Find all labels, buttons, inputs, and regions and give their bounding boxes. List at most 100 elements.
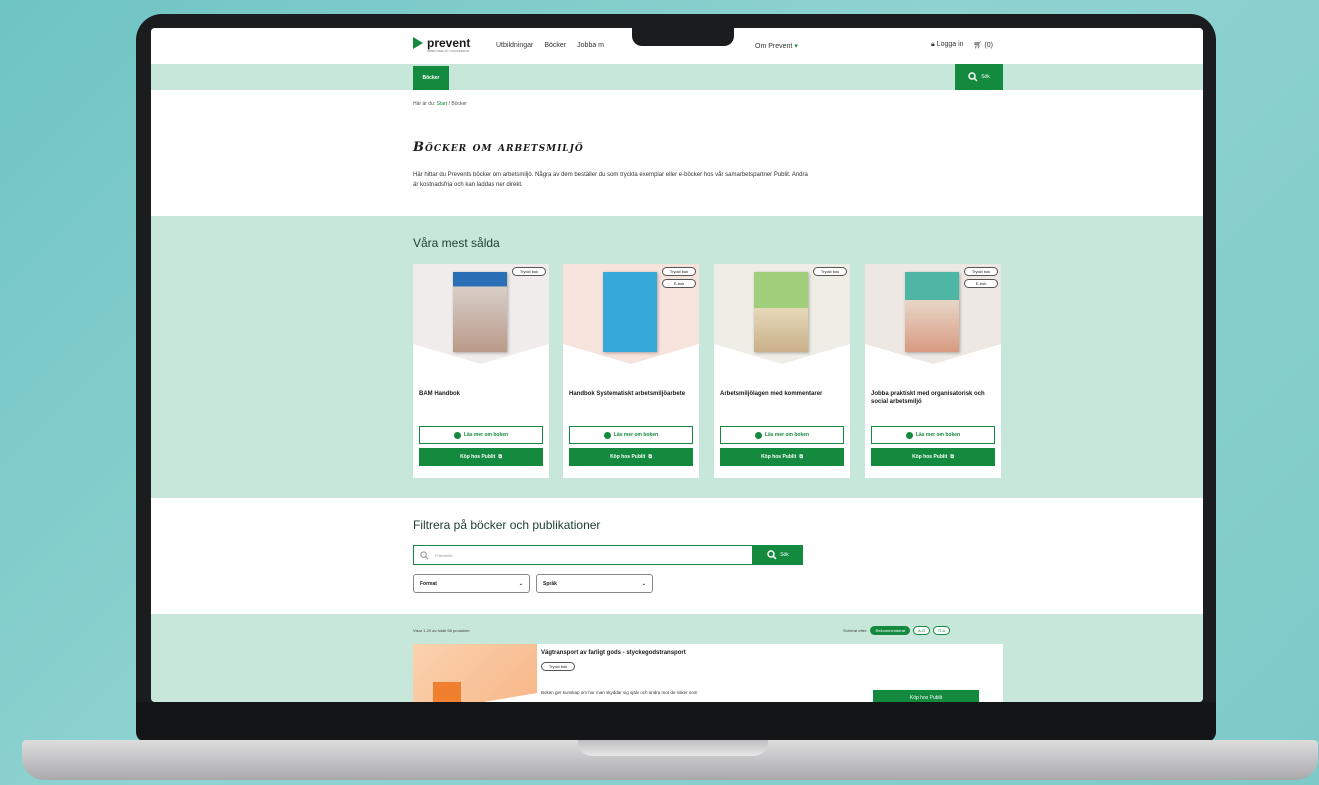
filter-title: Filtrera på böcker och publikationer bbox=[413, 518, 601, 532]
logo-subtitle: ARBETSMILJÖ I SAMVERKAN bbox=[427, 49, 470, 53]
page-title: Böcker om arbetsmiljö bbox=[413, 140, 584, 155]
logo-text: prevent bbox=[427, 36, 471, 50]
book-cover bbox=[754, 272, 808, 352]
search-icon bbox=[420, 550, 429, 559]
breadcrumb-home-link[interactable]: Start bbox=[437, 101, 448, 107]
product-image bbox=[413, 644, 537, 702]
external-link-icon: ⧉ bbox=[799, 454, 803, 460]
book-title: Arbetsmiljölagen med kommentarer bbox=[720, 391, 823, 397]
sort-recommended[interactable]: Rekommenderat bbox=[870, 626, 911, 635]
format-badge: E-bok bbox=[964, 279, 998, 288]
external-link-icon: ⧉ bbox=[950, 454, 954, 460]
product-title[interactable]: Vägtransport av farligt gods - styckegod… bbox=[541, 650, 686, 656]
read-more-label: Läs mer om boken bbox=[915, 432, 961, 438]
free-text-search-input[interactable]: Fritextsök bbox=[413, 545, 753, 565]
read-more-button[interactable]: Läs mer om boken bbox=[720, 426, 844, 444]
buy-publit-button[interactable]: Köp hos Publit ⧉ bbox=[569, 448, 693, 466]
arrow-circle-icon bbox=[754, 431, 762, 439]
cart-count: (0) bbox=[984, 42, 993, 49]
book-cover bbox=[905, 272, 959, 352]
search-icon bbox=[767, 550, 777, 560]
book-title: BAM Handbok bbox=[419, 391, 460, 397]
read-more-button[interactable]: Läs mer om boken bbox=[569, 426, 693, 444]
search-label: Sök bbox=[981, 74, 990, 80]
read-more-label: Läs mer om boken bbox=[463, 432, 509, 438]
main-nav: Utbildningar Böcker Jobba m bbox=[496, 42, 604, 49]
web-page: prevent ARBETSMILJÖ I SAMVERKAN Utbildni… bbox=[151, 28, 1203, 702]
cart-icon: 🛒︎ bbox=[973, 42, 983, 49]
read-more-button[interactable]: Läs mer om boken bbox=[871, 426, 995, 444]
sort-label: Sorterat efter: bbox=[843, 628, 868, 633]
buy-publit-button[interactable]: Köp hos Publit ⧉ bbox=[419, 448, 543, 466]
filter-search-button[interactable]: Sök bbox=[753, 545, 803, 565]
camera-notch bbox=[632, 26, 734, 46]
nav-item-bocker[interactable]: Böcker bbox=[544, 42, 566, 49]
book-cover bbox=[453, 272, 507, 352]
results-count: Visar 1-20 av totalt 58 produkter bbox=[413, 628, 470, 633]
format-badge: Tryckt bok bbox=[541, 662, 575, 671]
read-more-button[interactable]: Läs mer om boken bbox=[419, 426, 543, 444]
book-card: Tryckt bok BAM Handbok Läs mer om boken … bbox=[413, 264, 549, 478]
format-select[interactable]: Format ⌄ bbox=[413, 574, 530, 593]
sort-o-a[interactable]: Ö-A bbox=[933, 626, 951, 635]
buy-label: Köp hos Publit bbox=[460, 454, 496, 460]
buy-publit-button[interactable]: Köp hos Publit bbox=[873, 690, 979, 702]
buy-label: Köp hos Publit bbox=[610, 454, 646, 460]
format-badge: Tryckt bok bbox=[512, 267, 546, 276]
format-badge: Tryckt bok bbox=[964, 267, 998, 276]
breadcrumb: Här är du: Start / Böcker bbox=[413, 101, 467, 107]
nav-item-om-prevent[interactable]: Om Prevent ▾ bbox=[755, 42, 798, 50]
language-select[interactable]: Språk ⌄ bbox=[536, 574, 653, 593]
login-label: Logga in bbox=[936, 41, 964, 48]
sort-controls: Sorterat efter: Rekommenderat A-Ö Ö-A bbox=[843, 626, 951, 635]
tab-bocker[interactable]: Böcker bbox=[413, 66, 449, 90]
arrow-circle-icon bbox=[453, 431, 461, 439]
laptop-screen: prevent ARBETSMILJÖ I SAMVERKAN Utbildni… bbox=[151, 28, 1203, 702]
logo-mark-icon bbox=[413, 37, 423, 49]
cart-link[interactable]: 🛒︎ (0) bbox=[974, 41, 993, 49]
buy-publit-button[interactable]: Köp hos Publit ⧉ bbox=[720, 448, 844, 466]
nav-item-jobba[interactable]: Jobba m bbox=[577, 42, 604, 49]
login-link[interactable]: 🔒︎ Logga in bbox=[931, 41, 964, 49]
book-card: Tryckt bok E-bok Handbok Systematiskt ar… bbox=[563, 264, 699, 478]
sort-a-o[interactable]: A-Ö bbox=[913, 626, 931, 635]
arrow-circle-icon bbox=[603, 431, 611, 439]
header-actions: 🔒︎ Logga in 🛒︎ (0) bbox=[931, 41, 993, 49]
read-more-label: Läs mer om boken bbox=[764, 432, 810, 438]
book-cover-image bbox=[413, 264, 549, 364]
breadcrumb-prefix: Här är du: bbox=[413, 101, 436, 107]
read-more-label: Läs mer om boken bbox=[613, 432, 659, 438]
book-cover bbox=[603, 272, 657, 352]
page-intro: Här hittar du Prevents böcker om arbetsm… bbox=[413, 172, 808, 188]
breadcrumb-current: Böcker bbox=[451, 101, 467, 107]
bestsellers-title: Våra mest sålda bbox=[413, 236, 500, 250]
language-label: Språk bbox=[543, 580, 557, 587]
buy-label: Köp hos Publit bbox=[761, 454, 797, 460]
arrow-circle-icon bbox=[905, 431, 913, 439]
format-badge: Tryckt bok bbox=[662, 267, 696, 276]
book-cover bbox=[433, 682, 461, 702]
chevron-down-icon: ▾ bbox=[794, 43, 798, 50]
search-placeholder: Fritextsök bbox=[435, 552, 453, 558]
book-title: Jobba praktiskt med organisatorisk och s… bbox=[871, 391, 985, 405]
laptop-chin bbox=[136, 702, 1216, 742]
chevron-down-icon: ⌄ bbox=[641, 580, 646, 587]
nav-item-utbildningar[interactable]: Utbildningar bbox=[496, 42, 533, 49]
sub-nav-bar bbox=[151, 64, 1203, 90]
top-search-button[interactable]: Sök bbox=[955, 64, 1003, 90]
book-card: Tryckt bok Arbetsmiljölagen med kommenta… bbox=[714, 264, 850, 478]
buy-publit-button[interactable]: Köp hos Publit ⧉ bbox=[871, 448, 995, 466]
search-icon bbox=[968, 72, 978, 82]
breadcrumb-separator: / bbox=[448, 101, 450, 107]
book-title: Handbok Systematiskt arbetsmiljöarbete bbox=[569, 391, 686, 397]
chevron-down-icon: ⌄ bbox=[518, 580, 523, 587]
external-link-icon: ⧉ bbox=[498, 454, 502, 460]
product-list-item[interactable]: Vägtransport av farligt gods - styckegod… bbox=[413, 644, 1003, 702]
search-label: Sök bbox=[780, 552, 789, 558]
prevent-logo[interactable]: prevent bbox=[413, 36, 470, 50]
laptop-base-notch bbox=[578, 740, 768, 756]
format-badge: E-bok bbox=[662, 279, 696, 288]
external-link-icon: ⧉ bbox=[648, 454, 652, 460]
buy-label: Köp hos Publit bbox=[912, 454, 948, 460]
format-label: Format bbox=[420, 580, 437, 587]
